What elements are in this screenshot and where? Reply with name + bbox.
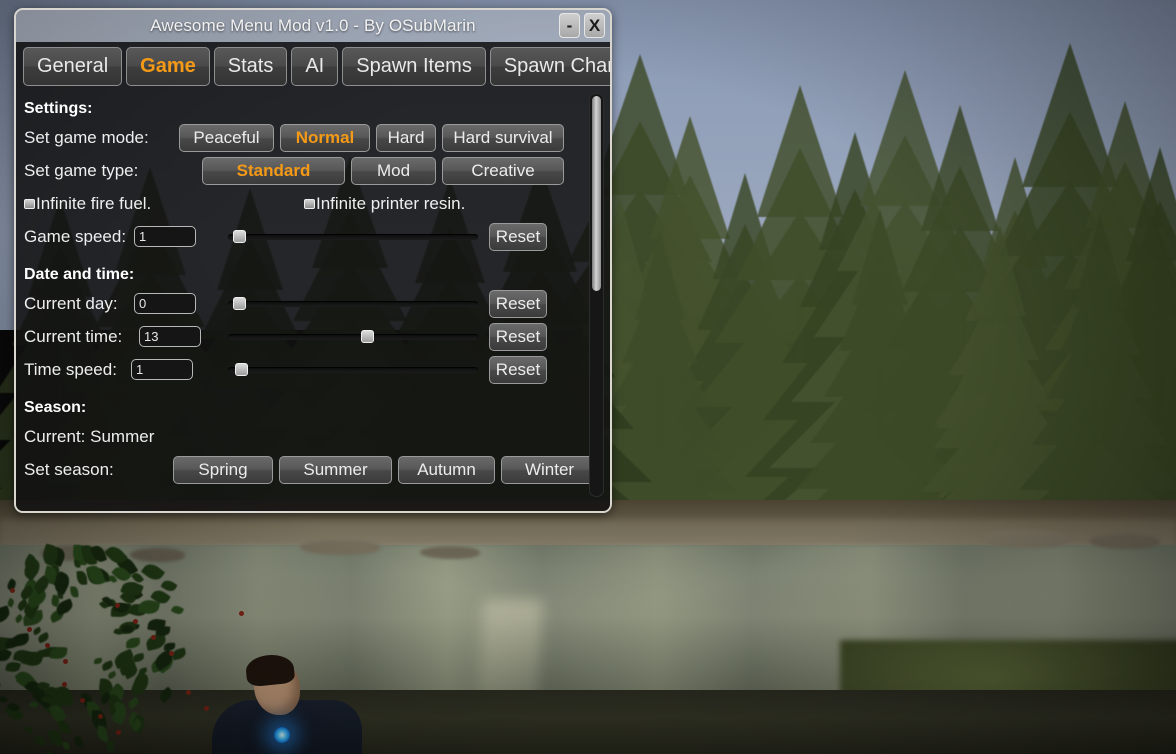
current-time-row: Current time: 13 Reset: [16, 321, 610, 352]
button-label: Hard: [387, 127, 425, 147]
slider-track: [228, 366, 478, 373]
game-type-mod-button[interactable]: Mod: [351, 156, 436, 185]
tab-general[interactable]: General: [23, 47, 123, 86]
current-day-input[interactable]: 0: [134, 293, 196, 314]
season-summer-button[interactable]: Summer: [279, 455, 392, 484]
player-character: [212, 652, 372, 754]
button-label: Standard: [236, 160, 311, 180]
content-scrollbar[interactable]: [589, 93, 604, 497]
window-title: Awesome Menu Mod v1.0 - By OSubMarin: [150, 16, 476, 35]
time-speed-slider[interactable]: [228, 363, 478, 376]
tab-ai[interactable]: AI: [291, 47, 339, 86]
checkbox-icon[interactable]: [24, 198, 35, 209]
settings-heading: Settings:: [24, 100, 93, 117]
season-heading: Season:: [24, 399, 87, 416]
button-label: Autumn: [417, 459, 476, 479]
tab-content-game: Settings: Set game mode: Peaceful Normal H…: [16, 86, 610, 511]
window-body: General Game Stats AI Spawn Items Spawn Chara…: [16, 42, 610, 511]
window-title-bar[interactable]: Awesome Menu Mod v1.0 - By OSubMarin - X: [16, 10, 610, 42]
current-day-slider[interactable]: [228, 297, 478, 310]
infinite-fire-fuel-label: Infinite fire fuel.: [36, 193, 152, 213]
button-label: Creative: [471, 160, 535, 180]
set-season-row: Set season: Spring Summer Autumn Winter: [16, 454, 610, 485]
time-speed-reset-button[interactable]: Reset: [489, 355, 547, 384]
current-season-row: Current: Summer: [16, 421, 610, 452]
current-day-reset-button[interactable]: Reset: [489, 289, 547, 318]
time-speed-label: Time speed:: [24, 359, 117, 379]
infinite-toggles-row: Infinite fire fuel. Infinite printer res…: [16, 188, 610, 219]
window-controls: - X: [559, 13, 605, 38]
tab-bar: General Game Stats AI Spawn Items Spawn Chara…: [16, 42, 610, 86]
game-speed-slider[interactable]: [228, 230, 478, 243]
checkbox-icon[interactable]: [304, 198, 315, 209]
button-label: Hard survival: [453, 127, 553, 147]
tab-label: AI: [305, 55, 325, 77]
slider-track: [228, 333, 478, 340]
tab-label: Spawn Items: [356, 55, 472, 77]
game-type-creative-button[interactable]: Creative: [442, 156, 564, 185]
game-mode-label: Set game mode:: [24, 127, 149, 147]
game-mode-options: Peaceful Normal Hard Hard survival: [179, 123, 564, 152]
season-options: Spring Summer Autumn Winter: [173, 455, 598, 484]
current-time-slider[interactable]: [228, 330, 478, 343]
current-day-row: Current day: 0 Reset: [16, 288, 610, 319]
game-mode-peaceful-button[interactable]: Peaceful: [179, 123, 274, 152]
game-mode-normal-button[interactable]: Normal: [280, 123, 370, 152]
game-speed-row: Game speed: 1 Reset: [16, 221, 610, 252]
slider-track: [228, 300, 478, 307]
button-label: Mod: [376, 160, 411, 180]
scrollbar-thumb[interactable]: [592, 96, 601, 291]
current-time-input[interactable]: 13: [139, 326, 201, 347]
season-autumn-button[interactable]: Autumn: [398, 455, 495, 484]
button-label: Winter: [524, 459, 575, 479]
button-label: Peaceful: [193, 127, 260, 147]
infinite-fire-fuel-checkbox[interactable]: Infinite fire fuel.: [24, 194, 304, 214]
slider-knob[interactable]: [360, 330, 374, 343]
tab-label: General: [37, 55, 109, 77]
game-mode-hard-survival-button[interactable]: Hard survival: [442, 123, 564, 152]
game-mode-hard-button[interactable]: Hard: [376, 123, 436, 152]
current-day-label: Current day:: [24, 293, 118, 313]
game-type-standard-button[interactable]: Standard: [202, 156, 345, 185]
game-mode-row: Set game mode: Peaceful Normal Hard Hard su…: [16, 122, 610, 153]
infinite-printer-resin-checkbox[interactable]: Infinite printer resin.: [304, 194, 465, 214]
current-time-reset-button[interactable]: Reset: [489, 322, 547, 351]
current-season-value: Current: Summer: [24, 426, 155, 446]
game-type-label: Set game type:: [24, 160, 139, 180]
tab-spawn-characters[interactable]: Spawn Characters: [489, 47, 610, 86]
time-speed-row: Time speed: 1 Reset: [16, 354, 610, 385]
game-speed-label: Game speed:: [24, 226, 127, 246]
tab-spawn-items[interactable]: Spawn Items: [342, 47, 486, 86]
blue-glow-light: [274, 727, 290, 743]
slider-track: [228, 233, 478, 240]
game-type-options: Standard Mod Creative: [202, 156, 564, 185]
infinite-printer-resin-label: Infinite printer resin.: [316, 193, 466, 213]
slider-knob[interactable]: [232, 230, 246, 243]
game-speed-reset-button[interactable]: Reset: [489, 222, 547, 251]
game-type-row: Set game type: Standard Mod Creative: [16, 155, 610, 186]
tab-label: Game: [140, 55, 196, 77]
character-hair: [244, 652, 296, 688]
mod-menu-window: Awesome Menu Mod v1.0 - By OSubMarin - X…: [14, 8, 612, 513]
tab-label: Stats: [227, 55, 274, 77]
set-season-label: Set season:: [24, 459, 114, 479]
slider-knob[interactable]: [235, 363, 249, 376]
current-time-label: Current time:: [24, 326, 123, 346]
game-speed-input[interactable]: 1: [134, 226, 196, 247]
slider-knob[interactable]: [232, 297, 246, 310]
close-button[interactable]: X: [584, 13, 605, 38]
season-spring-button[interactable]: Spring: [173, 455, 273, 484]
season-winter-button[interactable]: Winter: [501, 455, 598, 484]
minimize-button[interactable]: -: [559, 13, 580, 38]
button-label: Spring: [198, 459, 248, 479]
tab-game[interactable]: Game: [126, 47, 210, 86]
date-time-heading: Date and time:: [24, 266, 135, 283]
tab-stats[interactable]: Stats: [213, 47, 288, 86]
tab-label: Spawn Characters: [503, 55, 610, 77]
time-speed-input[interactable]: 1: [131, 359, 193, 380]
button-label: Normal: [295, 127, 355, 147]
button-label: Summer: [303, 459, 368, 479]
